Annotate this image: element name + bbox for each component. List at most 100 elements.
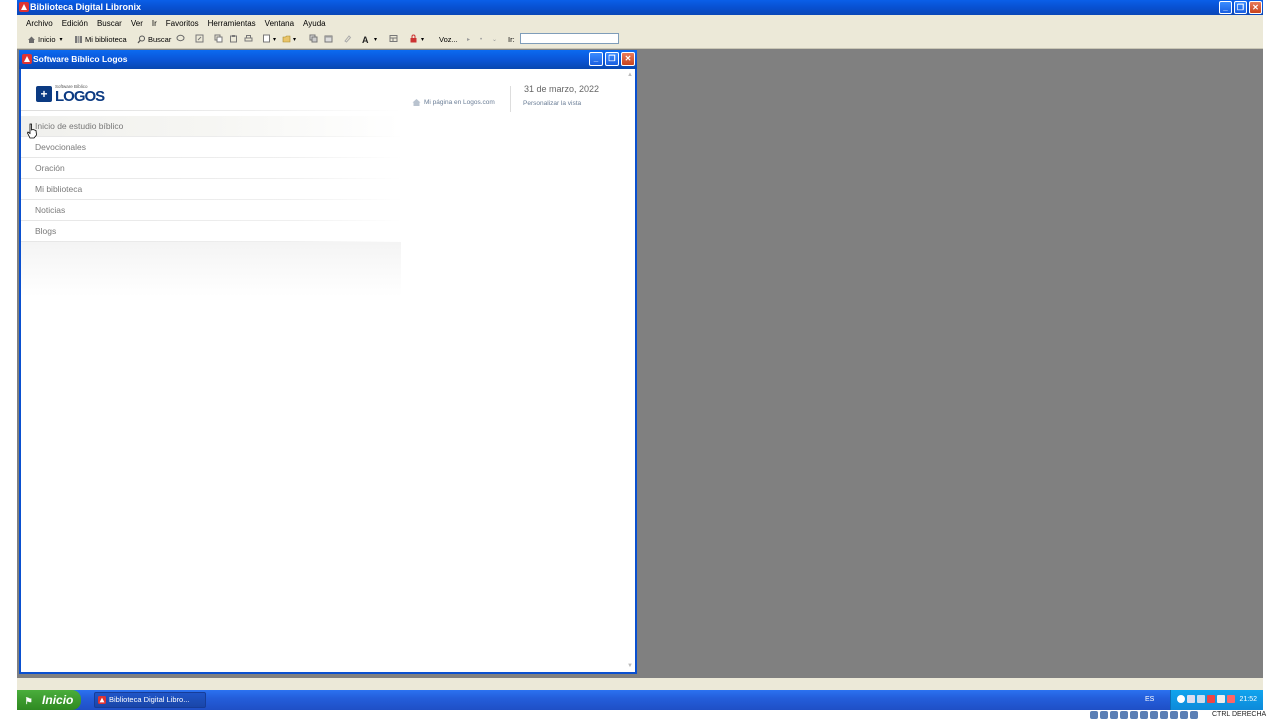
home-dropdown-icon[interactable]: ▾ [60, 36, 63, 43]
scroll-up-icon[interactable]: ▲ [626, 71, 634, 79]
vm-display-icon[interactable] [1150, 711, 1158, 719]
nav-item-devocionales[interactable]: Devocionales [21, 137, 401, 158]
app-window: Biblioteca Digital Libronix _ ❐ ✕ Archiv… [17, 0, 1263, 690]
tray-sync-icon[interactable] [1197, 695, 1205, 703]
mypage-link[interactable]: Mi página en Logos.com [412, 98, 495, 107]
close-button[interactable]: ✕ [1249, 1, 1262, 14]
vm-optical-icon[interactable] [1100, 711, 1108, 719]
logos-titlebar[interactable]: Software Bíblico Logos _ ❐ ✕ [19, 50, 637, 69]
menu-favoritos[interactable]: Favoritos [166, 19, 199, 28]
vm-mouse-icon[interactable] [1180, 711, 1188, 719]
home-button[interactable]: Inicio ▾ [27, 34, 63, 45]
copy-icon[interactable] [214, 34, 223, 43]
language-indicator[interactable]: ES [1145, 696, 1154, 703]
logos-minimize-button[interactable]: _ [589, 52, 603, 66]
voice-options-icon[interactable]: ⌄ [492, 34, 497, 45]
header-divider [21, 110, 401, 111]
hand-cursor-icon [27, 123, 37, 139]
taskbar: ⚑ Inicio Biblioteca Digital Libro... ES … [17, 690, 1263, 710]
nav-item-noticias[interactable]: Noticias [21, 200, 401, 221]
menu-herramientas[interactable]: Herramientas [208, 19, 256, 28]
bubble-icon[interactable] [176, 34, 185, 43]
vm-cpu-icon[interactable] [1170, 711, 1178, 719]
voice-play-icon[interactable]: ▸ [467, 34, 470, 45]
menu-archivo[interactable]: Archivo [26, 19, 53, 28]
logos-window-title: Software Bíblico Logos [33, 54, 128, 64]
minimize-button[interactable]: _ [1219, 1, 1232, 14]
page-icon[interactable] [262, 34, 271, 43]
library-button[interactable]: Mi biblioteca [74, 34, 127, 45]
vm-shared-folder-icon[interactable] [1140, 711, 1148, 719]
page-dropdown-icon[interactable]: ▾ [273, 34, 276, 45]
window-cascade-icon[interactable] [324, 34, 333, 43]
menu-ir[interactable]: Ir [152, 19, 157, 28]
app-titlebar[interactable]: Biblioteca Digital Libronix _ ❐ ✕ [17, 0, 1263, 15]
folder-dropdown-icon[interactable]: ▾ [293, 34, 296, 45]
menu-buscar[interactable]: Buscar [97, 19, 122, 28]
logo-text: LOGOS [55, 88, 105, 105]
nav-item-inicio-estudio[interactable]: Inicio de estudio bíblico [21, 116, 401, 137]
vertical-scrollbar[interactable]: ▲ ▼ [625, 69, 635, 672]
app-icon [19, 2, 29, 12]
paste-icon[interactable] [229, 34, 238, 43]
tray-icons [1177, 695, 1235, 703]
highlighter-icon[interactable] [343, 34, 352, 43]
goto-input[interactable] [520, 33, 619, 44]
customize-view-link[interactable]: Personalizar la vista [523, 100, 581, 107]
voice-stop-icon[interactable]: • [480, 34, 482, 45]
note-icon[interactable] [195, 34, 204, 43]
logos-window: Software Bíblico Logos _ ❐ ✕ + Software … [19, 50, 637, 674]
logos-window-icon [22, 54, 32, 64]
vm-keyboard-icon[interactable] [1190, 711, 1198, 719]
lock-dropdown-icon[interactable]: ▾ [421, 34, 424, 45]
tray-antivirus-icon[interactable] [1207, 695, 1215, 703]
vm-usb-icon[interactable] [1130, 711, 1138, 719]
tray-skype-icon[interactable] [1177, 695, 1185, 703]
home-nav: Inicio de estudio bíblico Devocionales O… [21, 116, 401, 242]
vm-record-icon[interactable] [1160, 711, 1168, 719]
taskbar-app-label: Biblioteca Digital Libro... [109, 695, 190, 704]
windows-flag-icon: ⚑ [24, 696, 33, 706]
menu-edicion[interactable]: Edición [62, 19, 88, 28]
nav-item-mi-biblioteca[interactable]: Mi biblioteca [21, 179, 401, 200]
lock-icon[interactable] [409, 34, 418, 43]
tray-network-icon[interactable] [1187, 695, 1195, 703]
maximize-button[interactable]: ❐ [1234, 1, 1247, 14]
home-button-label: Inicio [38, 35, 56, 44]
nav-item-oracion[interactable]: Oración [21, 158, 401, 179]
vm-network-icon[interactable] [1120, 711, 1128, 719]
home-icon [28, 36, 35, 43]
vm-audio-icon[interactable] [1110, 711, 1118, 719]
search-button[interactable]: Buscar [137, 34, 171, 45]
vm-disk-icon[interactable] [1090, 711, 1098, 719]
books-icon [75, 36, 82, 43]
start-button-label: Inicio [42, 693, 74, 707]
window-tile-icon[interactable] [309, 34, 318, 43]
layout-icon[interactable] [389, 34, 398, 43]
folder-icon[interactable] [282, 34, 291, 43]
clock[interactable]: 21:52 [1239, 696, 1257, 703]
menu-ventana[interactable]: Ventana [265, 19, 294, 28]
system-tray: 21:52 [1170, 690, 1263, 710]
nav-fade [21, 242, 401, 297]
menu-ayuda[interactable]: Ayuda [303, 19, 326, 28]
start-button[interactable]: ⚑ Inicio [17, 690, 81, 710]
font-color-icon[interactable]: A [362, 34, 369, 45]
toolbar: Inicio ▾ Mi biblioteca Buscar ▾ ▾ A ▾ ▾ … [17, 31, 1263, 49]
search-icon [137, 35, 145, 44]
logos-maximize-button[interactable]: ❐ [605, 52, 619, 66]
menu-ver[interactable]: Ver [131, 19, 143, 28]
tray-volume-icon[interactable] [1217, 695, 1225, 703]
print-icon[interactable] [244, 34, 253, 43]
app-window-controls: _ ❐ ✕ [1219, 1, 1262, 14]
logos-close-button[interactable]: ✕ [621, 52, 635, 66]
current-date: 31 de marzo, 2022 [524, 84, 600, 94]
font-color-dropdown-icon[interactable]: ▾ [374, 34, 377, 45]
nav-item-blogs[interactable]: Blogs [21, 221, 401, 242]
scroll-down-icon[interactable]: ▼ [626, 662, 634, 670]
tray-alert-icon[interactable] [1227, 695, 1235, 703]
logos-window-controls: _ ❐ ✕ [589, 52, 635, 66]
voice-label[interactable]: Voz... [439, 34, 458, 45]
vm-status-bar [0, 710, 1280, 720]
taskbar-app-button[interactable]: Biblioteca Digital Libro... [94, 692, 206, 708]
